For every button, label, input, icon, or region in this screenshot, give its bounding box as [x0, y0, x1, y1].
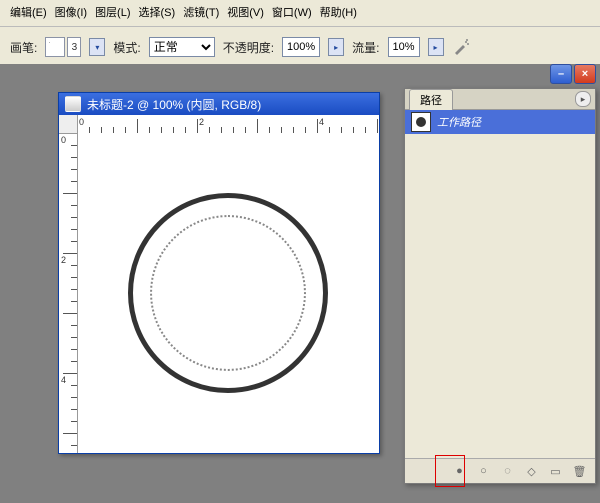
delete-path-icon[interactable]: 🗑: [572, 464, 587, 479]
tab-paths[interactable]: 路径: [409, 89, 453, 110]
panel-minimize-button[interactable]: –: [550, 64, 572, 84]
document-window: 未标题-2 @ 100% (内圆, RGB/8) 0 2 4 0 2 4: [58, 92, 380, 454]
outer-circle-shape: [128, 193, 328, 393]
mode-label: 模式:: [113, 39, 140, 56]
menu-filter[interactable]: 滤镜(T): [183, 4, 219, 20]
ruler-v-4: 4: [61, 375, 66, 385]
menu-image[interactable]: 图像(I): [55, 4, 87, 20]
mode-select[interactable]: 正常: [149, 37, 215, 57]
brush-picker[interactable]: · 3: [45, 37, 81, 57]
ruler-h-4: 4: [319, 117, 324, 127]
brush-dropdown-icon[interactable]: ▾: [89, 38, 105, 56]
path-item-label: 工作路径: [437, 114, 481, 130]
airbrush-icon[interactable]: [452, 38, 470, 56]
flow-field[interactable]: 10%: [388, 37, 420, 57]
flow-dropdown-icon[interactable]: ▸: [428, 38, 444, 56]
document-title: 未标题-2 @ 100% (内圆, RGB/8): [87, 96, 261, 113]
opacity-dropdown-icon[interactable]: ▸: [328, 38, 344, 56]
opacity-label: 不透明度:: [223, 39, 274, 56]
paths-panel: 路径 ▸ 工作路径 ● ○ ◌ ◇ ▭ 🗑: [404, 88, 596, 484]
ruler-vertical[interactable]: 0 2 4: [59, 133, 78, 453]
menu-view[interactable]: 视图(V): [227, 4, 264, 20]
canvas[interactable]: [77, 133, 379, 453]
document-titlebar[interactable]: 未标题-2 @ 100% (内圆, RGB/8): [59, 93, 379, 115]
ruler-v-0: 0: [61, 135, 66, 145]
ruler-origin[interactable]: [59, 115, 78, 134]
fill-path-icon[interactable]: ●: [452, 464, 467, 479]
new-path-icon[interactable]: ▭: [548, 464, 563, 479]
opacity-field[interactable]: 100%: [282, 37, 320, 57]
panel-close-button[interactable]: ×: [574, 64, 596, 84]
path-to-selection-icon[interactable]: ◌: [500, 464, 515, 479]
menu-layer[interactable]: 图层(L): [95, 4, 130, 20]
menu-edit[interactable]: 编辑(E): [10, 4, 47, 20]
menu-bar: 编辑(E) 图像(I) 图层(L) 选择(S) 滤镜(T) 视图(V) 窗口(W…: [0, 0, 600, 27]
inner-circle-selection: [150, 215, 306, 371]
ruler-horizontal[interactable]: 0 2 4: [77, 115, 379, 134]
panel-footer: ● ○ ◌ ◇ ▭ 🗑: [405, 458, 595, 483]
options-bar: 画笔: · 3 ▾ 模式: 正常 不透明度: 100% ▸ 流量: 10% ▸: [0, 27, 600, 68]
brush-size-value: ·: [45, 37, 65, 57]
flow-label: 流量:: [352, 39, 379, 56]
brush-label: 画笔:: [10, 39, 37, 56]
ruler-h-0: 0: [79, 117, 84, 127]
path-thumbnail: [411, 112, 431, 132]
panel-window-controls: – ×: [550, 64, 596, 84]
document-icon: [65, 96, 81, 112]
path-item-work-path[interactable]: 工作路径: [405, 110, 595, 134]
menu-help[interactable]: 帮助(H): [320, 4, 357, 20]
panel-menu-icon[interactable]: ▸: [575, 91, 591, 107]
panel-tabs: 路径 ▸: [405, 89, 595, 110]
menu-window[interactable]: 窗口(W): [272, 4, 312, 20]
ruler-v-2: 2: [61, 255, 66, 265]
flow-value: 10%: [391, 41, 417, 53]
selection-to-path-icon[interactable]: ◇: [524, 464, 539, 479]
menu-select[interactable]: 选择(S): [139, 4, 176, 20]
stroke-path-icon[interactable]: ○: [476, 464, 491, 479]
ruler-h-2: 2: [199, 117, 204, 127]
brush-size-number: 3: [67, 37, 81, 57]
opacity-value: 100%: [285, 41, 317, 53]
panel-empty-area[interactable]: [405, 134, 595, 458]
